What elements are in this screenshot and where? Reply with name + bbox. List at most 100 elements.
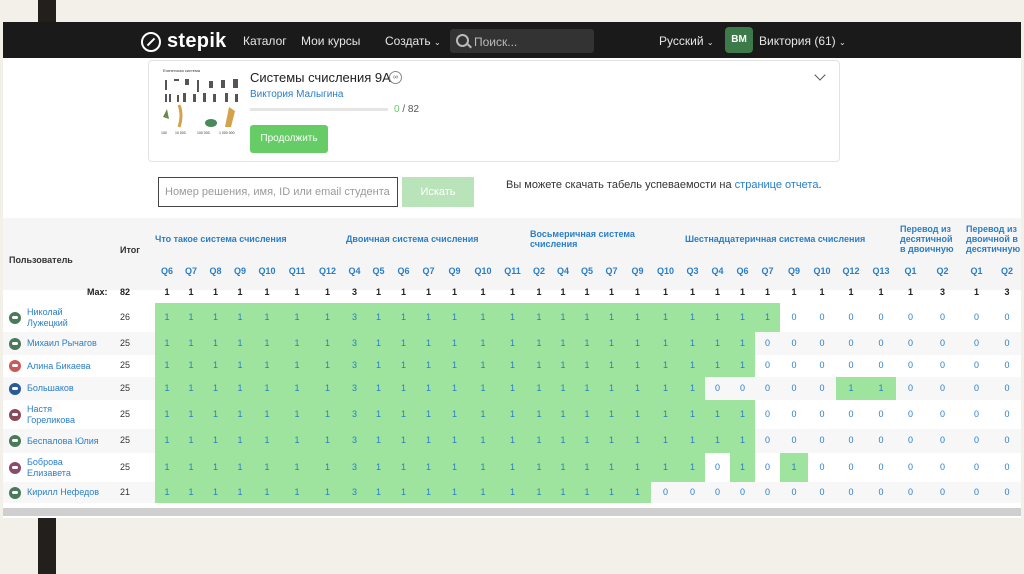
question-header[interactable]: Q7: [757, 266, 779, 276]
score-cell[interactable]: 1: [624, 482, 651, 503]
score-cell[interactable]: 1: [527, 355, 551, 377]
score-cell[interactable]: 1: [441, 303, 468, 332]
score-cell[interactable]: 0: [730, 377, 755, 400]
score-cell[interactable]: 1: [312, 429, 343, 453]
score-cell[interactable]: 0: [896, 453, 925, 482]
score-cell[interactable]: 1: [575, 453, 599, 482]
score-cell[interactable]: 1: [203, 377, 228, 400]
score-cell[interactable]: 1: [391, 429, 416, 453]
score-cell[interactable]: 0: [866, 332, 896, 355]
score-cell[interactable]: 1: [203, 429, 228, 453]
score-cell[interactable]: 1: [866, 377, 896, 400]
question-header[interactable]: Q12: [317, 266, 339, 276]
score-cell[interactable]: 1: [705, 303, 730, 332]
score-cell[interactable]: 0: [960, 332, 993, 355]
user-menu[interactable]: Виктория (61) ⌄: [759, 34, 846, 48]
score-cell[interactable]: 1: [680, 453, 705, 482]
score-cell[interactable]: 1: [624, 332, 651, 355]
question-header[interactable]: Q1: [966, 266, 988, 276]
user-column-header[interactable]: Пользователь: [9, 255, 73, 265]
score-cell[interactable]: 1: [730, 332, 755, 355]
score-cell[interactable]: 1: [551, 303, 575, 332]
score-cell[interactable]: 1: [312, 332, 343, 355]
score-cell[interactable]: 1: [366, 377, 391, 400]
score-cell[interactable]: 1: [416, 355, 441, 377]
score-cell[interactable]: 1: [179, 355, 203, 377]
score-cell[interactable]: 1: [599, 429, 624, 453]
score-cell[interactable]: 0: [680, 482, 705, 503]
score-cell[interactable]: 0: [755, 332, 780, 355]
question-header[interactable]: Q9: [444, 266, 466, 276]
score-cell[interactable]: 0: [866, 429, 896, 453]
score-cell[interactable]: 1: [155, 400, 179, 429]
score-cell[interactable]: 1: [155, 453, 179, 482]
question-header[interactable]: Q3: [682, 266, 704, 276]
score-cell[interactable]: 1: [624, 303, 651, 332]
score-cell[interactable]: 1: [441, 377, 468, 400]
score-cell[interactable]: 0: [866, 482, 896, 503]
score-cell[interactable]: 1: [730, 400, 755, 429]
score-cell[interactable]: 1: [755, 303, 780, 332]
score-cell[interactable]: 1: [705, 429, 730, 453]
horizontal-scrollbar[interactable]: [3, 508, 1021, 516]
score-cell[interactable]: 1: [228, 482, 252, 503]
score-cell[interactable]: 1: [203, 355, 228, 377]
score-cell[interactable]: 1: [680, 355, 705, 377]
score-cell[interactable]: 1: [391, 453, 416, 482]
score-cell[interactable]: 1: [680, 429, 705, 453]
score-cell[interactable]: 0: [808, 355, 836, 377]
score-cell[interactable]: 1: [441, 332, 468, 355]
score-cell[interactable]: 1: [366, 332, 391, 355]
student-name-link[interactable]: Алина Бикаева: [27, 361, 91, 372]
score-cell[interactable]: 1: [527, 303, 551, 332]
score-cell[interactable]: 1: [155, 303, 179, 332]
score-cell[interactable]: 0: [808, 377, 836, 400]
score-cell[interactable]: 0: [755, 453, 780, 482]
score-cell[interactable]: 0: [960, 400, 993, 429]
score-cell[interactable]: 1: [203, 453, 228, 482]
score-cell[interactable]: 1: [575, 303, 599, 332]
score-cell[interactable]: 1: [312, 377, 343, 400]
score-cell[interactable]: 1: [203, 482, 228, 503]
score-cell[interactable]: 1: [282, 355, 312, 377]
score-cell[interactable]: 1: [468, 453, 498, 482]
nav-create[interactable]: Создать ⌄: [385, 34, 441, 48]
nav-search[interactable]: [450, 29, 594, 53]
question-header[interactable]: Q4: [552, 266, 574, 276]
score-cell[interactable]: 1: [551, 355, 575, 377]
score-cell[interactable]: 0: [866, 453, 896, 482]
question-header[interactable]: Q1: [900, 266, 922, 276]
score-cell[interactable]: 1: [527, 400, 551, 429]
score-cell[interactable]: 1: [730, 429, 755, 453]
score-cell[interactable]: 0: [836, 482, 866, 503]
score-cell[interactable]: 1: [705, 355, 730, 377]
score-cell[interactable]: 1: [527, 332, 551, 355]
score-cell[interactable]: 1: [282, 429, 312, 453]
score-cell[interactable]: 0: [808, 429, 836, 453]
score-cell[interactable]: 0: [896, 482, 925, 503]
nav-catalog[interactable]: Каталог: [243, 34, 287, 48]
score-cell[interactable]: 0: [755, 377, 780, 400]
score-cell[interactable]: 0: [836, 355, 866, 377]
score-cell[interactable]: 0: [705, 453, 730, 482]
score-cell[interactable]: 1: [391, 303, 416, 332]
student-name-link[interactable]: Николай Лужецкий: [27, 307, 68, 329]
score-cell[interactable]: 1: [498, 482, 527, 503]
score-cell[interactable]: 3: [343, 332, 366, 355]
score-cell[interactable]: 0: [836, 332, 866, 355]
question-header[interactable]: Q7: [418, 266, 440, 276]
score-cell[interactable]: 1: [282, 303, 312, 332]
score-cell[interactable]: 0: [780, 429, 808, 453]
score-cell[interactable]: 1: [366, 429, 391, 453]
score-cell[interactable]: 3: [343, 482, 366, 503]
score-cell[interactable]: 1: [441, 355, 468, 377]
score-cell[interactable]: 1: [252, 355, 282, 377]
score-cell[interactable]: 0: [866, 355, 896, 377]
question-header[interactable]: Q5: [368, 266, 390, 276]
score-cell[interactable]: 0: [960, 429, 993, 453]
score-cell[interactable]: 1: [651, 303, 680, 332]
question-header[interactable]: Q9: [627, 266, 649, 276]
score-cell[interactable]: 1: [366, 355, 391, 377]
score-cell[interactable]: 1: [282, 400, 312, 429]
chevron-down-icon[interactable]: [814, 69, 826, 81]
